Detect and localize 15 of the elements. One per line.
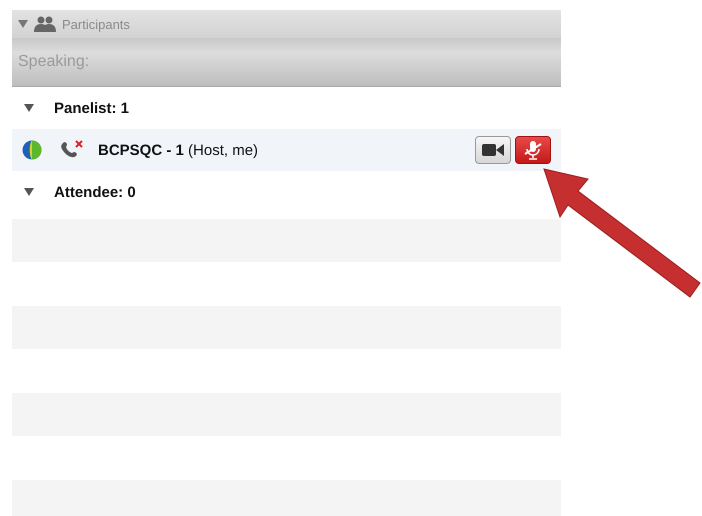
- camera-icon: [482, 143, 504, 157]
- people-icon: [34, 16, 56, 32]
- group-label[interactable]: Attendee: 0: [54, 184, 136, 200]
- mute-button[interactable]: [515, 136, 551, 164]
- muted-microphone-icon: [524, 140, 542, 160]
- participant-name: BCPSQC - 1 (Host, me): [98, 142, 260, 158]
- collapse-icon[interactable]: [24, 188, 34, 196]
- collapse-icon[interactable]: [18, 20, 28, 28]
- collapse-icon[interactable]: [24, 104, 34, 112]
- speaking-label: Speaking:: [18, 53, 90, 71]
- panel-title: Participants: [62, 16, 130, 32]
- participant-row[interactable]: BCPSQC - 1 (Host, me): [12, 129, 561, 171]
- video-button[interactable]: [475, 136, 511, 164]
- group-label[interactable]: Panelist: 1: [54, 100, 130, 116]
- globe-icon: [22, 140, 42, 160]
